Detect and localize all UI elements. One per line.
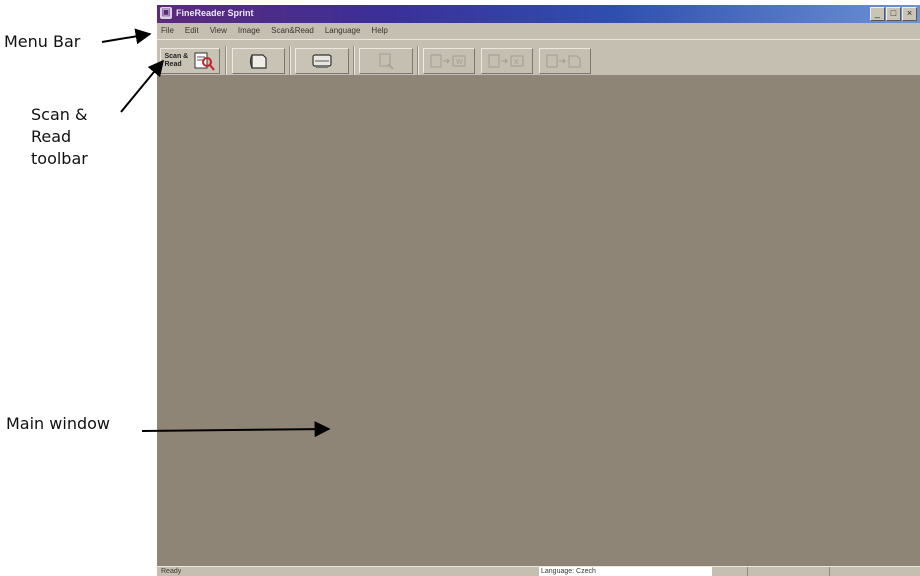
status-bar: Ready Language: Czech — [157, 566, 920, 576]
maximize-button[interactable]: □ — [886, 7, 901, 21]
window-title: FineReader Sprint — [176, 8, 254, 18]
open-image-icon — [249, 54, 267, 69]
scan-read-toolbar-callout: Scan & Read toolbar — [31, 105, 88, 168]
main-workspace[interactable] — [157, 76, 920, 566]
scan-read-label: Scan & Read — [164, 53, 189, 68]
menu-file[interactable]: File — [161, 25, 174, 37]
toolbar-separator — [289, 46, 291, 75]
save-to-excel-button[interactable]: X — [481, 48, 533, 74]
menu-view[interactable]: View — [210, 25, 227, 37]
app-icon: ▣ — [160, 7, 172, 19]
scan-read-button[interactable]: Scan & Read — [160, 48, 220, 74]
toolbar-separator — [353, 46, 355, 75]
menu-image[interactable]: Image — [238, 25, 260, 37]
toolbar-separator — [225, 46, 227, 75]
title-bar[interactable]: ▣ FineReader Sprint _ □ × — [157, 5, 920, 23]
menu-language[interactable]: Language — [325, 25, 361, 37]
menu-help[interactable]: Help — [371, 25, 387, 37]
status-language: Language: Czech — [539, 567, 712, 576]
open-image-button[interactable] — [232, 48, 285, 74]
close-button[interactable]: × — [902, 7, 917, 21]
app-window: ▣ FineReader Sprint _ □ × File Edit View… — [157, 5, 920, 576]
save-to-word-button[interactable]: W — [423, 48, 475, 74]
scan-read-icon — [194, 52, 215, 71]
scan-read-toolbar: Scan & Read W X — [157, 39, 920, 76]
minimize-button[interactable]: _ — [870, 7, 885, 21]
menu-bar: File Edit View Image Scan&Read Language … — [157, 24, 920, 38]
read-icon — [379, 53, 394, 70]
status-divider — [747, 567, 748, 576]
window-controls: _ □ × — [870, 7, 917, 21]
menu-bar-callout: Menu Bar — [4, 32, 81, 51]
menu-edit[interactable]: Edit — [185, 25, 199, 37]
scanner-button[interactable] — [295, 48, 349, 74]
svg-text:X: X — [514, 59, 519, 66]
menu-bar-arrow — [101, 28, 152, 45]
toolbar-separator — [417, 46, 419, 75]
status-divider — [829, 567, 830, 576]
svg-text:W: W — [456, 59, 463, 66]
file-icon — [546, 54, 581, 68]
menu-scan-read[interactable]: Scan&Read — [271, 25, 314, 37]
word-icon: W — [430, 54, 466, 68]
status-text: Ready — [161, 568, 182, 575]
read-button[interactable] — [359, 48, 413, 74]
save-to-file-button[interactable] — [539, 48, 591, 74]
scanner-icon — [312, 54, 332, 68]
main-window-callout: Main window — [6, 414, 110, 433]
excel-icon: X — [488, 54, 524, 68]
